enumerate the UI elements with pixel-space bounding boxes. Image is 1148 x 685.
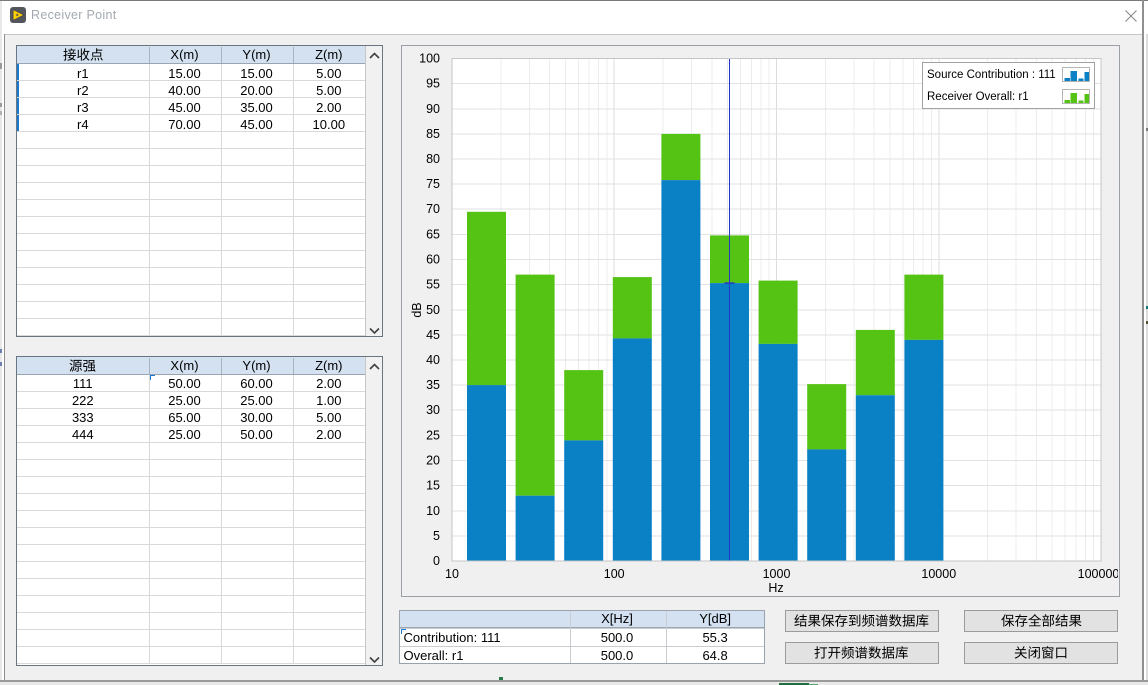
svg-text:dB: dB [410,302,424,317]
svg-text:1000: 1000 [763,567,791,581]
svg-text:100: 100 [419,52,440,66]
svg-text:45: 45 [426,328,440,342]
svg-text:60: 60 [426,253,440,267]
svg-text:35: 35 [426,378,440,392]
svg-text:20: 20 [426,454,440,468]
svg-text:85: 85 [426,127,440,141]
svg-text:95: 95 [426,77,440,91]
svg-text:75: 75 [426,177,440,191]
svg-text:100000: 100000 [1078,567,1118,581]
svg-text:90: 90 [426,102,440,116]
svg-text:Hz: Hz [768,581,783,595]
svg-text:50: 50 [426,303,440,317]
svg-text:30: 30 [426,403,440,417]
svg-text:55: 55 [426,278,440,292]
svg-text:40: 40 [426,353,440,367]
svg-text:15: 15 [426,479,440,493]
svg-text:80: 80 [426,152,440,166]
svg-text:65: 65 [426,227,440,241]
svg-text:10000: 10000 [921,567,956,581]
svg-text:70: 70 [426,202,440,216]
svg-text:25: 25 [426,428,440,442]
svg-text:10: 10 [426,504,440,518]
svg-text:100: 100 [604,567,625,581]
svg-text:5: 5 [433,529,440,543]
svg-text:0: 0 [433,554,440,568]
svg-text:10: 10 [445,567,459,581]
